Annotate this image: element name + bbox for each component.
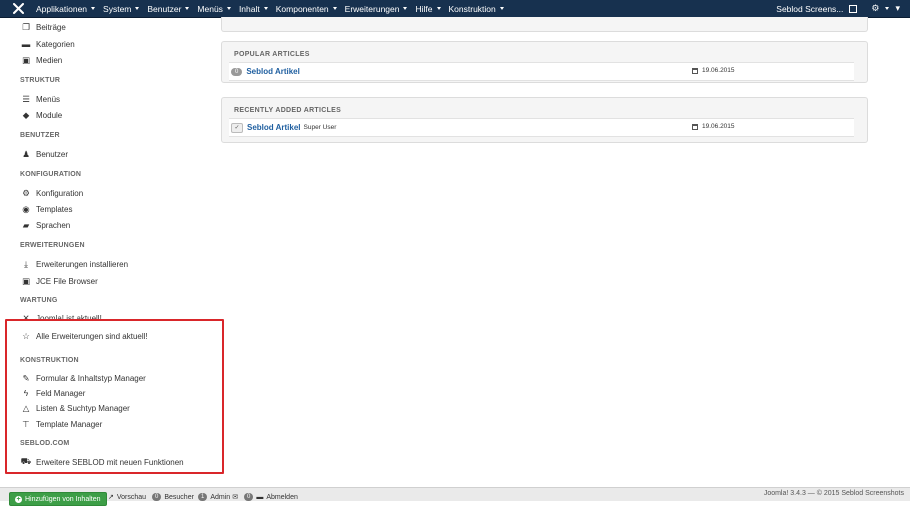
panel-heading: RECENTLY ADDED ARTICLES (234, 107, 342, 114)
image-icon: ▣ (21, 275, 31, 286)
sidebar-item-erweiterungen-installieren[interactable]: ⤓ Erweiterungen installieren (20, 258, 128, 270)
sidebar-item-konfiguration[interactable]: ⚙ Konfiguration (20, 187, 83, 199)
article-date: 19.06.2015 (692, 67, 735, 74)
section-heading-konfiguration: KONFIGURATION (20, 171, 82, 178)
list-icon: ☰ (22, 93, 30, 104)
caret-down-icon (226, 7, 231, 10)
gear-icon[interactable]: ⚙ (871, 3, 879, 14)
caret-down-icon (91, 7, 96, 10)
top-navbar: Applikationen System Benutzer Menüs Inha… (0, 0, 910, 18)
navbar-right: Seblod Screens... ⚙ ▾ (776, 0, 900, 17)
menu-konstruktion[interactable]: Konstruktion (449, 4, 504, 14)
logout-link[interactable]: Abmelden (266, 494, 298, 501)
sidebar-item-kategorien[interactable]: ▬ Kategorien (20, 38, 75, 50)
site-link[interactable]: Seblod Screens... (776, 4, 843, 14)
status-bar: + Hinzufügen von Inhalten ↗ Vorschau 0 B… (0, 487, 910, 506)
menu-menues[interactable]: Menüs (197, 4, 231, 14)
sidebar-item-beitraege[interactable]: ❐ Beiträge (20, 21, 66, 33)
version-info: Joomla! 3.4.3 — © 2015 Seblod Screenshot… (763, 490, 904, 497)
sidebar-item-menues[interactable]: ☰ Menüs (20, 93, 60, 105)
table-row: ✓ Seblod Artikel Super User 19.06.2015 (229, 118, 854, 137)
article-author: Super User (303, 124, 337, 131)
cube-icon: ◆ (22, 109, 30, 120)
section-heading-wartung: WARTUNG (20, 297, 58, 304)
section-heading-struktur: STRUKTUR (20, 77, 61, 84)
sidebar-item-sprachen[interactable]: ▰ Sprachen (20, 219, 71, 231)
caret-down-icon[interactable] (885, 7, 890, 10)
sidebar-item-benutzer[interactable]: ♟ Benutzer (20, 148, 68, 160)
sidebar-item-templates[interactable]: ◉ Templates (20, 203, 72, 215)
popular-articles-panel: POPULAR ARTICLES 0 Seblod Artikel 19.06.… (221, 41, 868, 83)
published-check-icon[interactable]: ✓ (231, 122, 243, 133)
copy-icon: ❐ (22, 21, 30, 32)
article-link[interactable]: Seblod Artikel (247, 123, 301, 132)
hits-badge: 0 (231, 67, 243, 76)
caret-down-icon (135, 7, 140, 10)
caret-down-icon (263, 7, 268, 10)
caret-down-icon (185, 7, 190, 10)
sidebar-item-medien[interactable]: ▣ Medien (20, 54, 62, 66)
user-menu-icon[interactable]: ▾ (895, 3, 900, 14)
cog-icon: ⚙ (22, 187, 30, 198)
section-heading-erweiterungen: ERWEITERUNGEN (20, 242, 85, 249)
menu-erweiterungen[interactable]: Erweiterungen (345, 4, 408, 14)
sidebar-item-jce-file-browser[interactable]: ▣ JCE File Browser (20, 275, 98, 287)
menu-system[interactable]: System (103, 4, 140, 14)
menu-benutzer[interactable]: Benutzer (147, 4, 190, 14)
minus-icon: ▬ (256, 493, 264, 501)
eye-icon: ◉ (22, 203, 30, 214)
comments-icon: ▰ (22, 219, 30, 230)
article-link[interactable]: Seblod Artikel (246, 67, 300, 76)
download-icon: ⤓ (24, 258, 28, 269)
recent-articles-panel: RECENTLY ADDED ARTICLES ✓ Seblod Artikel… (221, 97, 868, 143)
menu-hilfe[interactable]: Hilfe (415, 4, 441, 14)
caret-down-icon (499, 7, 504, 10)
joomla-logo-icon[interactable] (13, 3, 24, 14)
highlight-box (5, 319, 224, 474)
section-heading-benutzer: BENUTZER (20, 132, 60, 139)
caret-down-icon (436, 7, 441, 10)
previous-panel-strip (221, 17, 868, 32)
article-date: 19.06.2015 (692, 123, 735, 130)
table-row: 0 Seblod Artikel 19.06.2015 (229, 62, 854, 81)
menu-applikationen[interactable]: Applikationen (36, 4, 96, 14)
image-icon: ▣ (21, 54, 31, 65)
panel-heading: POPULAR ARTICLES (234, 51, 310, 58)
add-content-button[interactable]: + Hinzufügen von Inhalten (9, 492, 107, 506)
external-link-icon[interactable] (849, 4, 858, 13)
menu-komponenten[interactable]: Komponenten (276, 4, 337, 14)
calendar-icon (692, 123, 698, 130)
menu-inhalt[interactable]: Inhalt (239, 4, 268, 14)
users-icon: ♟ (22, 148, 30, 159)
sidebar-item-module[interactable]: ◆ Module (20, 109, 63, 121)
caret-down-icon (332, 7, 337, 10)
folder-icon: ▬ (21, 39, 31, 49)
caret-down-icon (403, 7, 408, 10)
calendar-icon (692, 67, 698, 74)
main-menu: Applikationen System Benutzer Menüs Inha… (36, 0, 512, 17)
plus-icon: + (15, 495, 22, 503)
